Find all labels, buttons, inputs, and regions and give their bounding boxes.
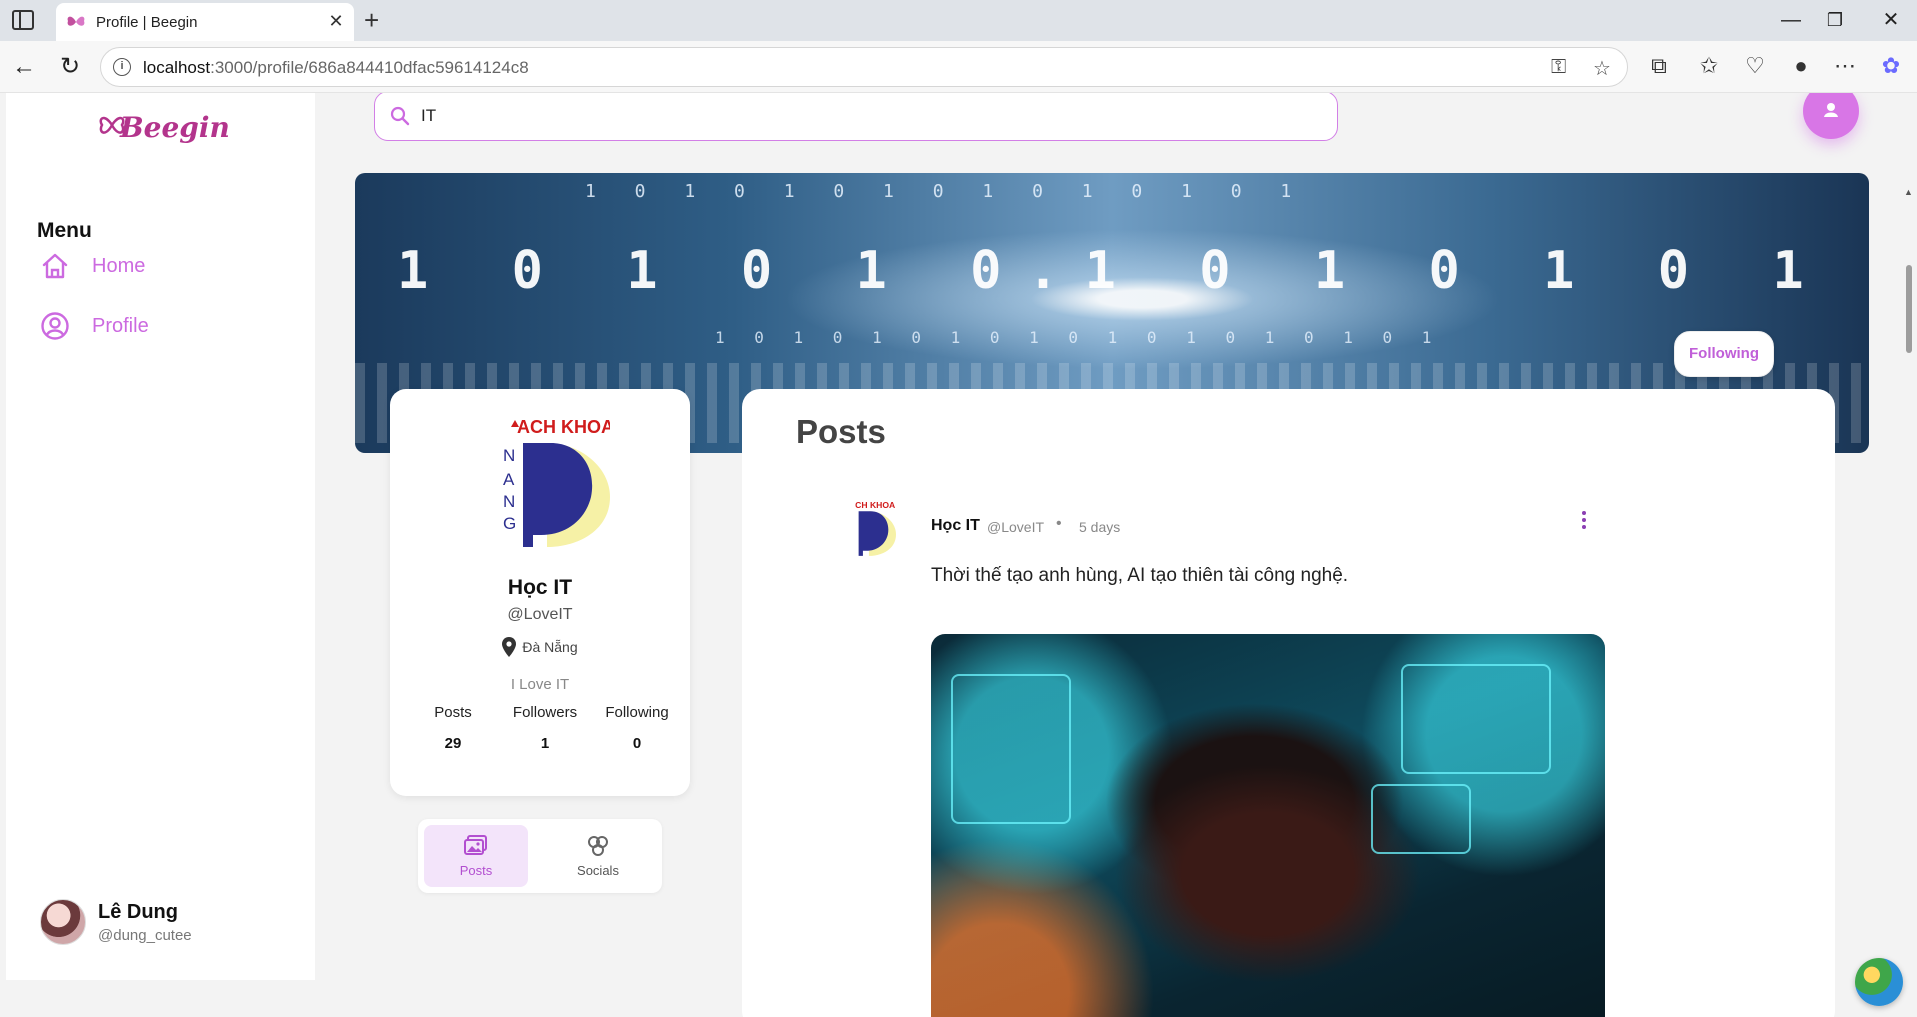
stat-label: Followers <box>512 704 578 721</box>
beegin-logo[interactable]: Beegin <box>98 103 228 149</box>
svg-text:N: N <box>503 446 515 465</box>
hud-panel-right <box>1401 664 1551 774</box>
svg-text:N: N <box>503 492 515 511</box>
sidebar-item-home[interactable]: Home <box>40 251 145 281</box>
stat-label: Posts <box>434 704 472 721</box>
svg-text:A: A <box>503 470 515 489</box>
minimize-icon[interactable]: — <box>1776 8 1806 32</box>
following-button[interactable]: Following <box>1674 331 1774 377</box>
scrollbar-thumb[interactable] <box>1906 265 1912 353</box>
cover-digits-top: 1 0 1 0 1 0 1 0 1 0 1 0 1 0 1 <box>585 181 1306 202</box>
tab-close-icon[interactable]: ✕ <box>326 11 346 31</box>
svg-text:CH KHOA: CH KHOA <box>855 500 895 510</box>
logo-text: Beegin <box>119 111 228 144</box>
avatar[interactable] <box>40 899 86 945</box>
window-close-icon[interactable]: ✕ <box>1876 8 1906 32</box>
account-button[interactable] <box>1803 93 1859 139</box>
stat-value: 29 <box>444 735 462 752</box>
stat-followers[interactable]: Followers 1 <box>502 704 588 752</box>
post-text: Thời thế tạo anh hùng, AI tạo thiên tài … <box>931 565 1349 586</box>
post-author-name[interactable]: Học IT <box>931 517 980 535</box>
sidebar: Beegin Menu Home Profile Lê Dung @dung_c… <box>6 93 315 980</box>
menu-title: Menu <box>37 219 92 242</box>
back-arrow-icon[interactable]: ← <box>10 53 38 81</box>
post-options-icon[interactable] <box>1577 509 1591 533</box>
tab-title: Profile | Beegin <box>96 14 198 31</box>
posts-panel: Posts CH KHOA Học IT @LoveIT • 5 days Th… <box>742 389 1835 1017</box>
performance-icon[interactable]: ♡ <box>1740 53 1770 79</box>
page-content: Beegin Menu Home Profile Lê Dung @dung_c… <box>0 93 1917 1017</box>
new-tab-icon[interactable]: + <box>364 6 379 34</box>
stat-value: 0 <box>632 735 642 752</box>
browser-toolbar: ← ↻ i localhost:3000/profile/686a844410d… <box>0 41 1917 93</box>
stat-posts[interactable]: Posts 29 <box>410 704 496 752</box>
butterfly-favicon-icon <box>67 16 85 26</box>
profile-card: ACH KHOA N A N G Học IT @LoveIT Đà Nẵng … <box>390 389 690 796</box>
hud-panel-left <box>951 674 1071 824</box>
browser-tab[interactable]: Profile | Beegin ✕ <box>56 3 354 41</box>
post-author-avatar[interactable]: CH KHOA <box>838 499 896 557</box>
user-circle-icon <box>41 312 69 340</box>
scroll-up-icon[interactable]: ▲ <box>1904 187 1913 197</box>
sidebar-item-label: Profile <box>92 314 149 337</box>
profile-stats: Posts 29 Followers 1 Following 0 <box>410 704 680 752</box>
search-bar <box>374 93 1338 141</box>
current-user-handle: @dung_cutee <box>98 927 192 944</box>
tab-actions-icon[interactable] <box>12 10 34 30</box>
url-text[interactable]: localhost:3000/profile/686a844410dfac596… <box>143 58 529 78</box>
search-icon <box>390 106 410 126</box>
stat-value: 1 <box>540 735 550 752</box>
address-bar[interactable]: i localhost:3000/profile/686a844410dfac5… <box>100 47 1628 87</box>
url-host: localhost <box>143 58 211 77</box>
stat-following[interactable]: Following 0 <box>594 704 680 752</box>
url-path: :3000/profile/686a844410dfac59614124c8 <box>210 58 529 77</box>
sidebar-item-profile[interactable]: Profile <box>40 311 149 341</box>
posts-title: Posts <box>796 413 886 450</box>
restore-icon[interactable]: ❐ <box>1820 8 1850 32</box>
home-icon <box>42 253 68 279</box>
browser-tab-bar: Profile | Beegin ✕ + — ❐ ✕ <box>0 0 1917 41</box>
profile-name: Học IT <box>507 576 573 599</box>
tab-posts[interactable]: Posts <box>424 825 528 887</box>
copilot-icon[interactable]: ✿ <box>1876 53 1906 79</box>
key-icon[interactable]: ⚿ <box>1551 56 1566 79</box>
sidebar-item-label: Home <box>92 254 146 277</box>
location-pin-icon <box>502 637 517 657</box>
post-separator-dot: • <box>1056 515 1062 532</box>
hud-panel-small <box>1371 784 1471 854</box>
post-author-handle: @LoveIT <box>987 519 1045 535</box>
current-user-name: Lê Dung <box>98 901 178 923</box>
favorites-icon[interactable]: ✩ <box>1694 53 1724 79</box>
profile-avatar-icon[interactable]: ● <box>1786 53 1816 79</box>
post-image[interactable] <box>931 634 1605 1017</box>
favorite-star-icon[interactable]: ☆ <box>1593 56 1611 81</box>
post-timestamp: 5 days <box>1079 519 1121 535</box>
tab-label: Socials <box>577 863 619 878</box>
profile-bio: I Love IT <box>510 676 570 693</box>
cover-digits-big: 1 0 1 0 1 0.1 0 1 0 1 0 1 0 1 0 1 0 <box>397 241 1869 301</box>
images-icon <box>464 835 487 855</box>
user-icon <box>1824 103 1838 117</box>
profile-avatar[interactable]: ACH KHOA N A N G <box>475 417 610 547</box>
floating-assistant-icon[interactable] <box>1855 958 1903 1006</box>
site-info-icon[interactable]: i <box>113 58 131 76</box>
location-text: Đà Nẵng <box>522 639 578 655</box>
svg-text:G: G <box>503 514 516 533</box>
socials-icon <box>588 836 608 856</box>
more-options-icon[interactable]: ⋯ <box>1830 53 1860 79</box>
tab-label: Posts <box>459 863 493 878</box>
profile-tabs: Posts Socials <box>418 819 662 893</box>
stat-label: Following <box>605 704 669 721</box>
search-input[interactable] <box>419 102 1299 130</box>
avatar-brand-text: ACH KHOA <box>517 417 610 437</box>
profile-handle: @LoveIT <box>507 606 573 623</box>
extensions-icon[interactable]: ⧉ <box>1644 53 1674 79</box>
reload-icon[interactable]: ↻ <box>56 53 84 81</box>
profile-location: Đà Nẵng <box>390 637 690 657</box>
tab-socials[interactable]: Socials <box>546 825 650 887</box>
